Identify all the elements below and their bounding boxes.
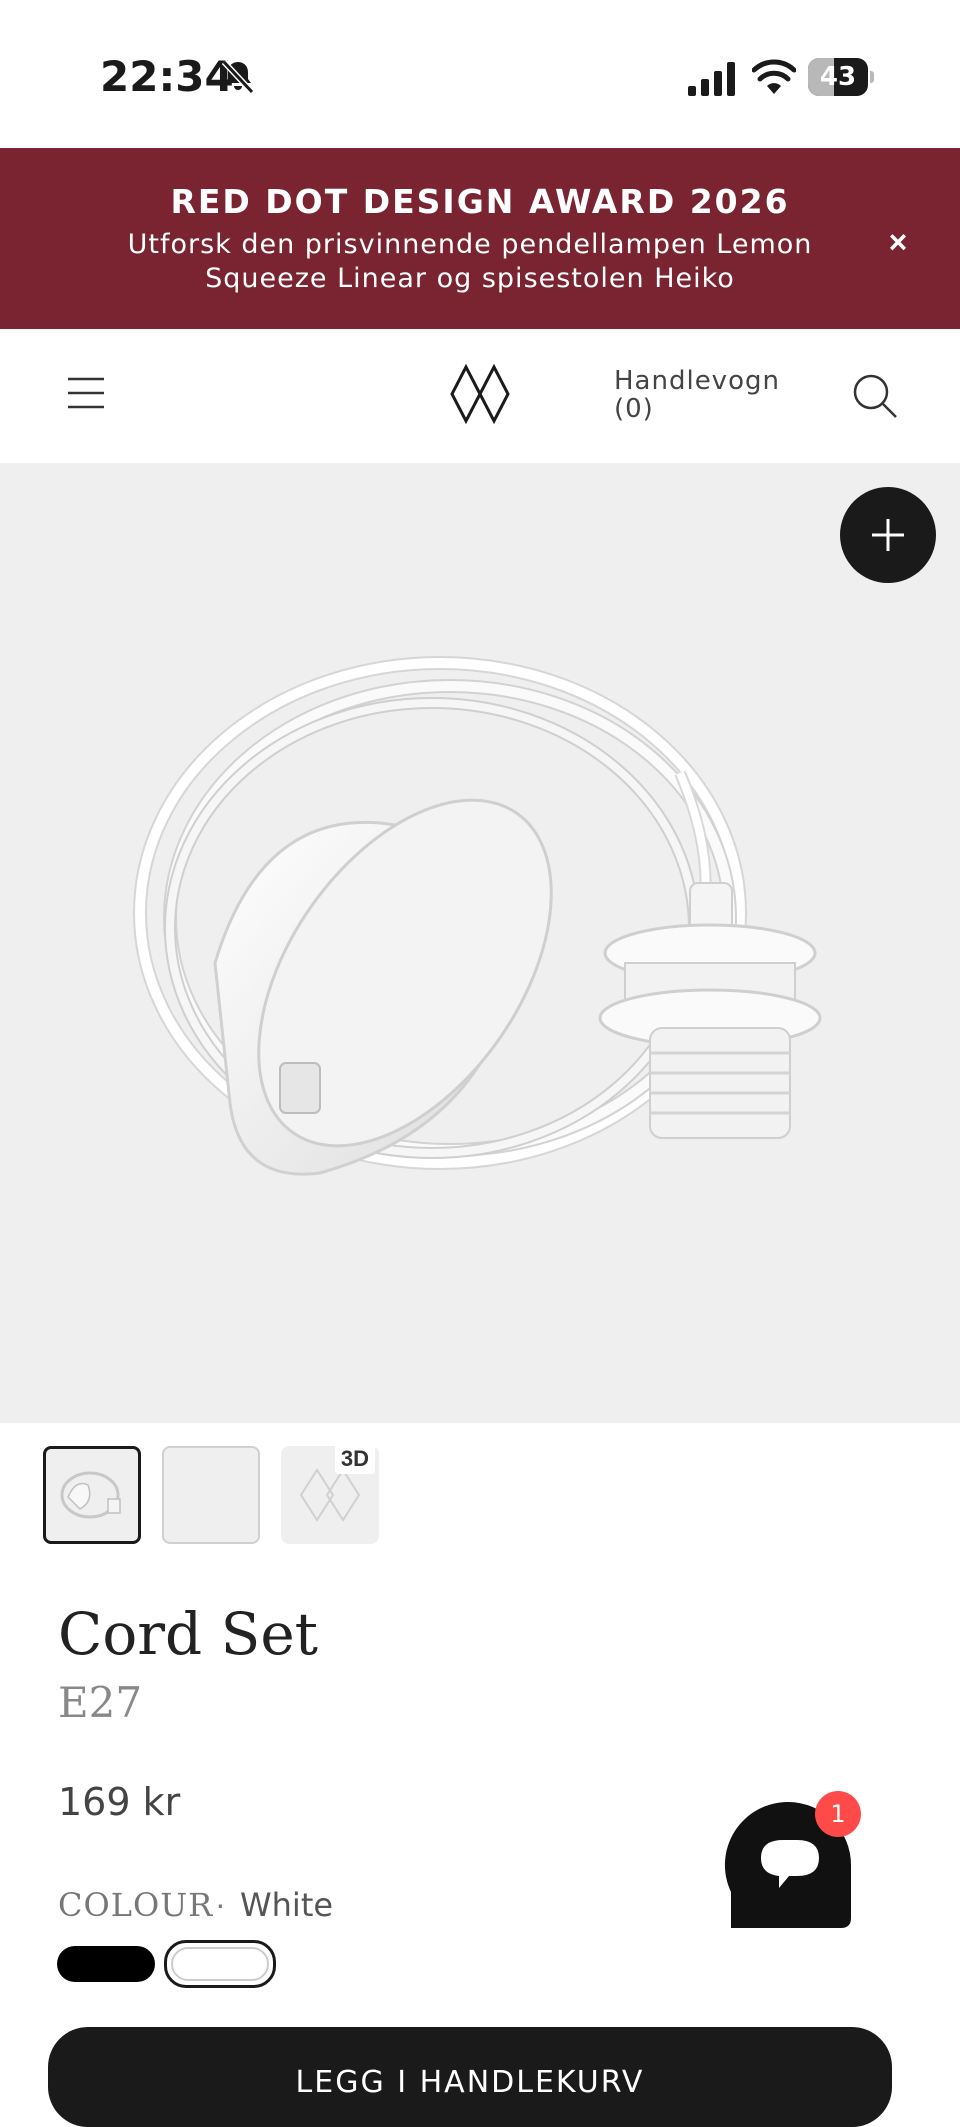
- cord-set-illustration: [133, 656, 822, 1176]
- zoom-button[interactable]: [840, 487, 936, 583]
- announcement-title: RED DOT DESIGN AWARD 2026: [170, 182, 790, 221]
- swatch-white[interactable]: [164, 1940, 276, 1988]
- cart-link[interactable]: Handlevogn (0): [614, 367, 780, 423]
- battery-level: 43: [819, 62, 857, 92]
- thumbnail-strip: 3D: [0, 1444, 960, 1550]
- site-header: Handlevogn (0): [0, 329, 960, 463]
- thumbnail-2[interactable]: [162, 1446, 260, 1544]
- colour-separator: ·: [215, 1886, 226, 1922]
- swatch-black[interactable]: [57, 1946, 155, 1982]
- brand-logo-icon[interactable]: [448, 363, 512, 425]
- cord-set-thumbnail-icon: [60, 1471, 121, 1519]
- cart-label: Handlevogn: [614, 366, 780, 396]
- search-icon[interactable]: [852, 373, 898, 419]
- close-icon[interactable]: ×: [880, 224, 916, 260]
- signal-icon: [688, 62, 735, 96]
- announcement-banner: RED DOT DESIGN AWARD 2026 Utforsk den pr…: [0, 148, 960, 329]
- product-variant: E27: [58, 1678, 143, 1727]
- product-name: Cord Set: [58, 1600, 318, 1668]
- thumbnail-3d[interactable]: 3D: [281, 1444, 379, 1544]
- status-time: 22:34: [100, 52, 234, 101]
- bell-slash-icon: [221, 59, 255, 95]
- colour-value: White: [240, 1886, 334, 1924]
- status-bar: 22:34 43: [0, 0, 960, 148]
- thumbnail-1[interactable]: [43, 1446, 141, 1544]
- plus-icon: [872, 519, 904, 551]
- wifi-icon: [752, 59, 796, 94]
- add-to-cart-label: LEGG I HANDLEKURV: [295, 2065, 645, 2100]
- chat-unread-badge: 1: [815, 1791, 861, 1837]
- product-image[interactable]: [0, 463, 960, 1423]
- 3d-badge: 3D: [334, 1444, 375, 1474]
- colour-label: COLOUR: [58, 1886, 214, 1924]
- add-to-cart-button[interactable]: LEGG I HANDLEKURV: [48, 2027, 892, 2127]
- battery-icon: 43: [808, 58, 874, 96]
- hamburger-menu-icon[interactable]: [66, 375, 106, 411]
- product-price: 169 kr: [58, 1780, 181, 1824]
- announcement-subtitle[interactable]: Utforsk den prisvinnende pendellampen Le…: [110, 228, 830, 296]
- cart-count: (0): [614, 394, 654, 424]
